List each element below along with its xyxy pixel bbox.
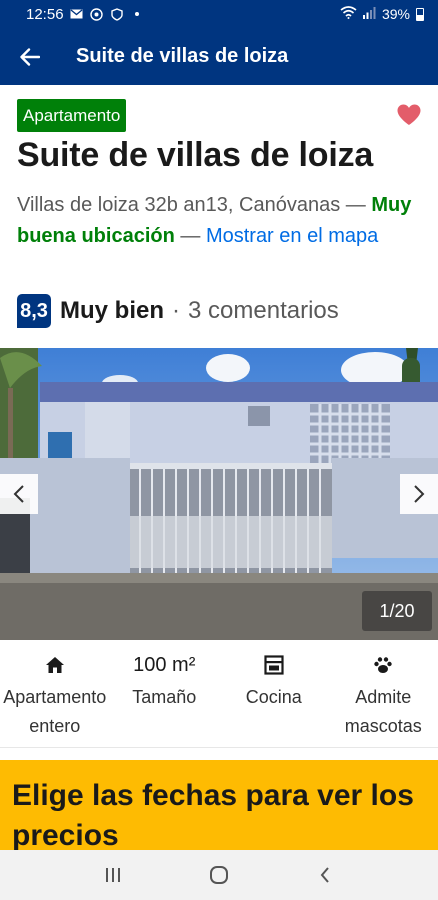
rating-word: Muy bien xyxy=(60,297,165,324)
rating-dot: · xyxy=(172,297,181,324)
facility-kitchen: Cocina xyxy=(219,645,329,747)
status-time: 12:56 xyxy=(26,5,64,23)
status-bar: 12:56 39% xyxy=(0,0,438,28)
facility-area-value: 100 m² xyxy=(133,653,196,676)
facility-label: Admite mascotas xyxy=(344,687,422,736)
facility-label: Cocina xyxy=(245,687,302,707)
gallery-counter: 1/20 xyxy=(362,591,432,631)
gallery-next-button[interactable] xyxy=(400,474,438,514)
property-title: Suite de villas de loiza xyxy=(17,136,374,174)
home-button[interactable] xyxy=(199,855,239,895)
chevron-right-icon xyxy=(414,485,425,503)
home-circle-icon xyxy=(210,866,228,884)
app-bar-title: Suite de villas de loiza xyxy=(76,45,289,67)
status-right: 39% xyxy=(340,6,424,22)
recents-icon xyxy=(106,868,120,882)
favorite-button[interactable] xyxy=(396,103,422,127)
shield-icon xyxy=(110,7,124,21)
facility-label: Apartamento entero xyxy=(3,687,107,736)
review-score: 8,3 xyxy=(17,294,51,328)
facility-size: 100 m² Tamaño xyxy=(110,645,220,747)
facility-label: Tamaño xyxy=(132,687,197,707)
chevron-left-icon xyxy=(13,485,24,503)
system-back-button[interactable] xyxy=(305,855,345,895)
choose-dates-text: Elige las fechas para ver los precios xyxy=(12,779,414,852)
address-separator: — xyxy=(180,225,201,247)
mail-icon xyxy=(70,7,84,21)
stove-icon xyxy=(264,647,284,683)
house-icon xyxy=(45,647,65,683)
heart-icon xyxy=(397,104,421,125)
property-type-badge: Apartamento xyxy=(17,99,127,132)
recents-button[interactable] xyxy=(93,855,133,895)
back-button[interactable] xyxy=(0,28,60,85)
address-text: Villas de loiza 32b an13, Canóvanas — xyxy=(17,194,366,216)
whatsapp-icon xyxy=(90,7,104,21)
arrow-left-icon xyxy=(20,47,40,66)
choose-dates-banner[interactable]: Elige las fechas para ver los precios xyxy=(0,760,438,860)
wifi-icon xyxy=(340,6,357,22)
property-address: Villas de loiza 32b an13, Canóvanas — Mu… xyxy=(17,190,427,252)
app-bar: Suite de villas de loiza xyxy=(0,28,438,85)
battery-percent: 39% xyxy=(381,6,410,22)
show-map-link[interactable]: Mostrar en el mapa xyxy=(206,225,378,247)
facility-entire-apartment: Apartamento entero xyxy=(0,645,110,747)
system-navigation-bar xyxy=(0,850,438,900)
paw-icon xyxy=(373,647,393,683)
reviews-count: 3 comentarios xyxy=(188,297,339,324)
gallery-prev-button[interactable] xyxy=(0,474,38,514)
status-left: 12:56 xyxy=(26,6,144,23)
rating-row[interactable]: 8,3 Muy bien · 3 comentarios xyxy=(17,293,339,329)
dot-icon xyxy=(130,7,144,21)
facilities-row: Apartamento entero 100 m² Tamaño Cocina … xyxy=(0,645,438,748)
facility-pets: Admite mascotas xyxy=(329,645,438,747)
chevron-left-icon xyxy=(320,867,329,883)
battery-icon xyxy=(416,7,424,21)
signal-icon xyxy=(362,6,376,22)
